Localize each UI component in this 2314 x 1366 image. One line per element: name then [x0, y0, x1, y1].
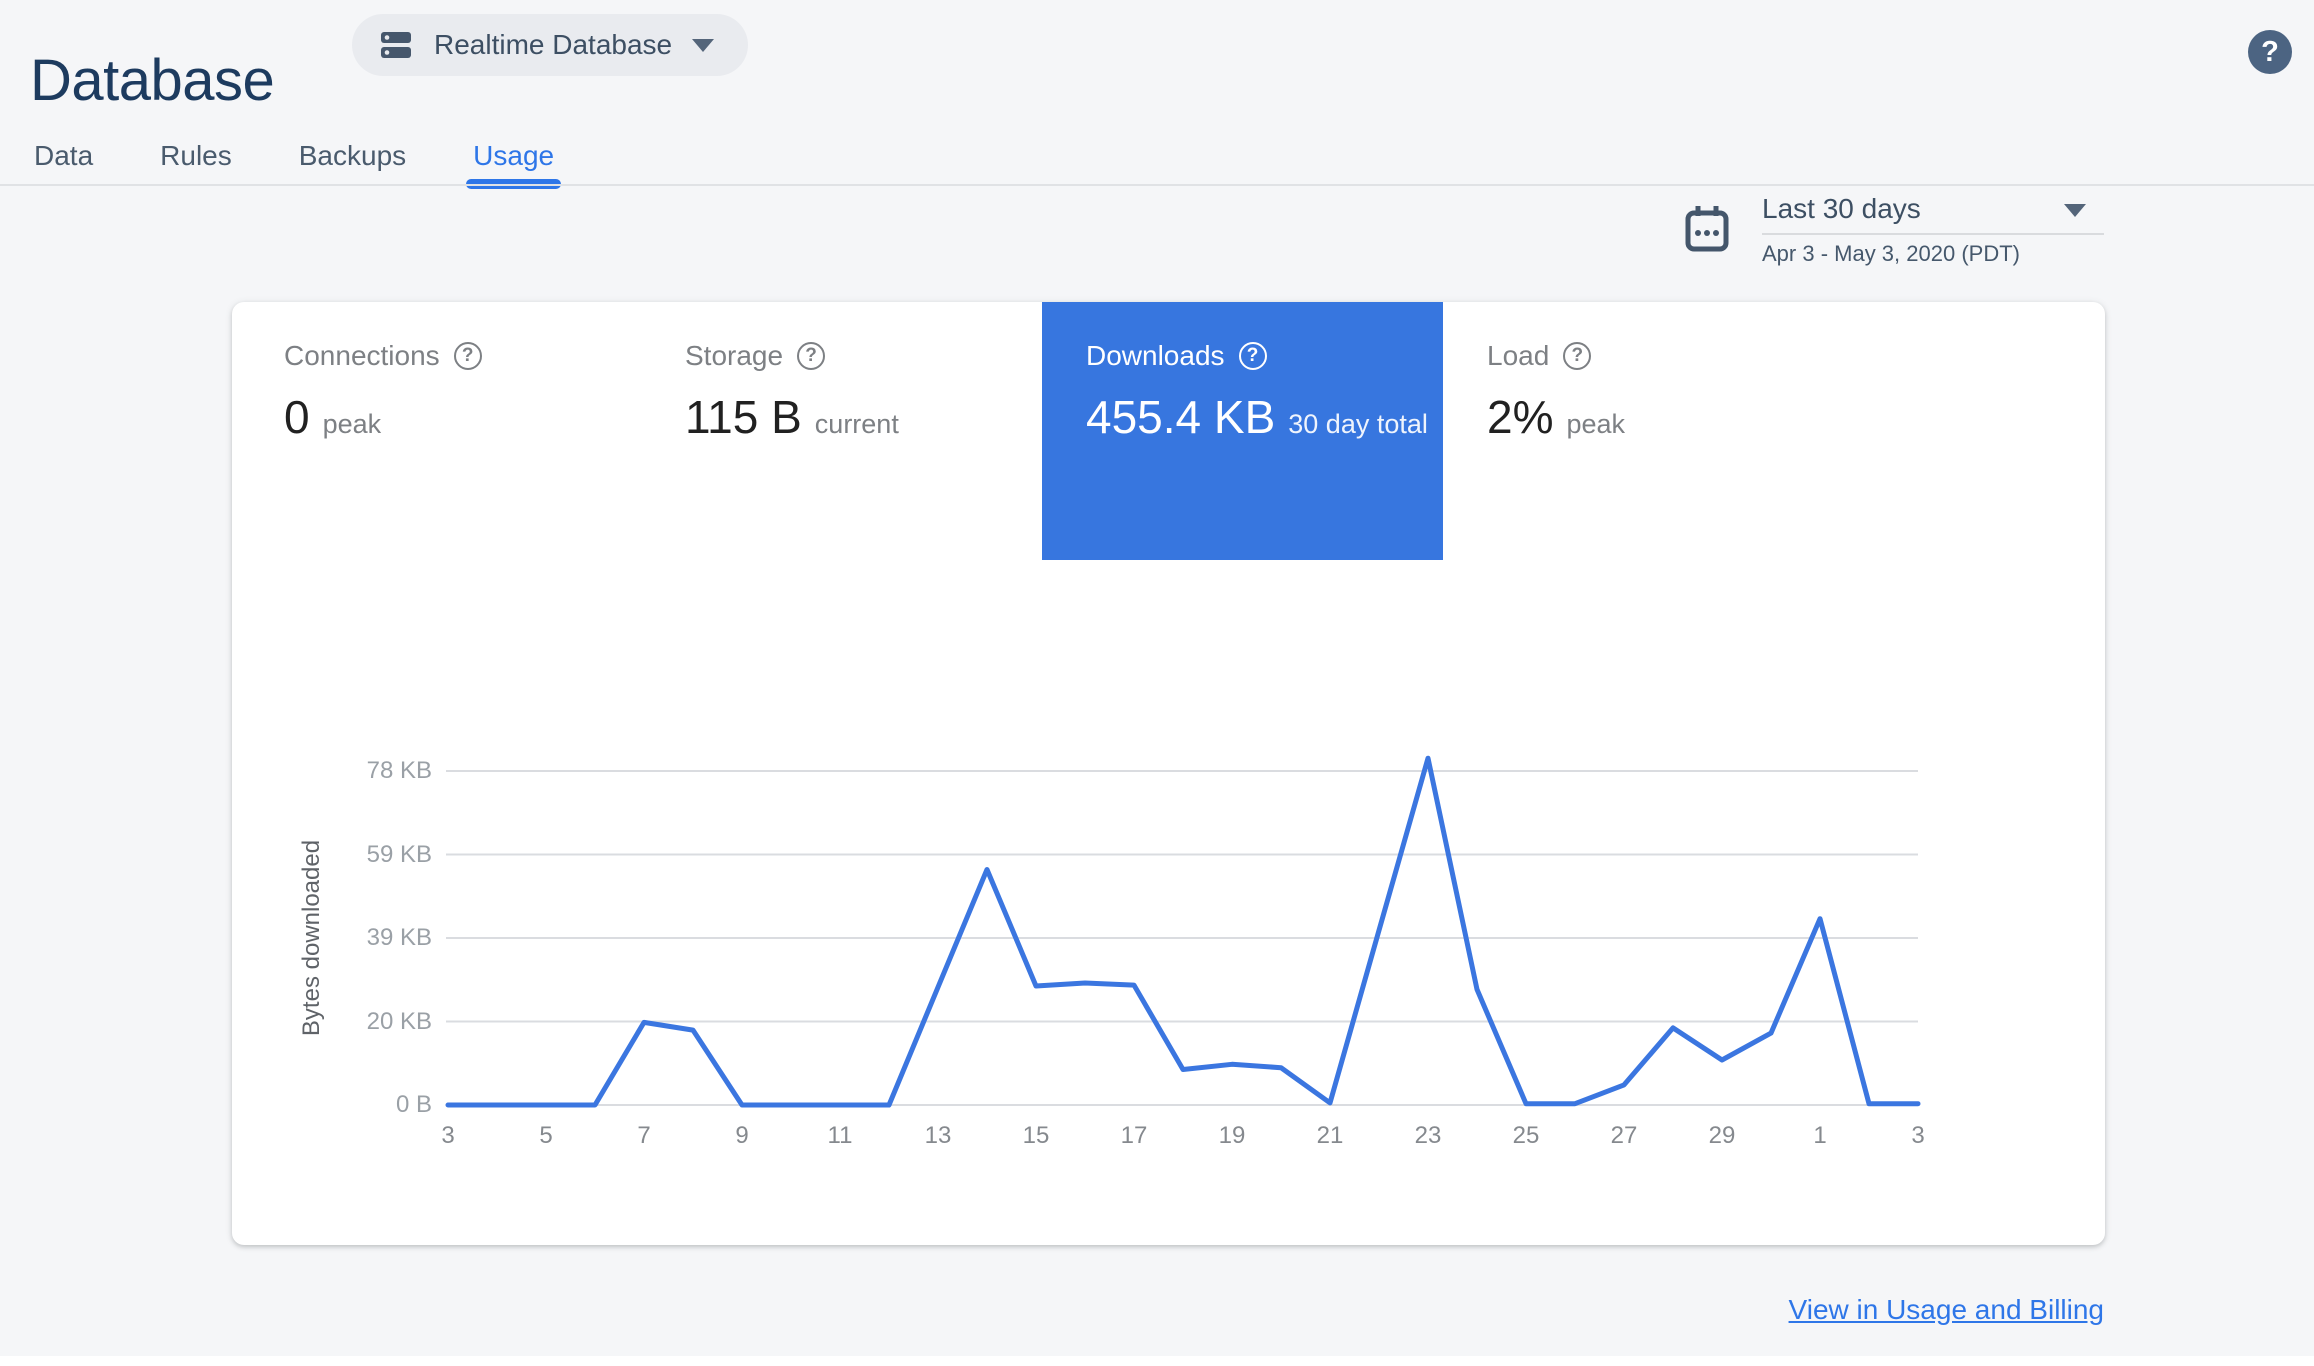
x-tick-label: 9	[735, 1122, 749, 1149]
x-tick-label: 1	[1813, 1122, 1827, 1149]
database-selector-label: Realtime Database	[434, 29, 673, 60]
chart-canvas	[445, 755, 1921, 1108]
tab-backups[interactable]: Backups	[299, 126, 406, 186]
date-range-text: Apr 3 - May 3, 2020 (PDT)	[1762, 241, 2020, 266]
tabbar-divider	[0, 184, 2314, 186]
question-mark-icon: ?	[2261, 35, 2279, 68]
tab-usage[interactable]: Usage	[466, 126, 562, 189]
x-tick-label: 23	[1414, 1122, 1442, 1149]
x-tick-label: 15	[1022, 1122, 1050, 1149]
x-tick-label: 29	[1708, 1122, 1736, 1149]
usage-card: Connections ? 0 peak Storage ? 115 B cur…	[232, 302, 2105, 1245]
y-tick-label: 78 KB	[366, 757, 432, 784]
x-tick-label: 5	[539, 1122, 553, 1149]
x-tick-label: 21	[1316, 1122, 1344, 1149]
x-tick-label: 11	[827, 1122, 853, 1149]
x-tick-label: 7	[637, 1122, 651, 1149]
y-tick-label: 0 B	[395, 1091, 432, 1118]
tab-rules[interactable]: Rules	[160, 126, 232, 186]
view-usage-billing-link[interactable]: View in Usage and Billing	[1789, 1294, 2104, 1326]
downloads-chart: 0 B 20 KB 39 KB 59 KB 78 KB 3 5 7 9 11 13 15 17 19 21…	[232, 302, 2105, 1245]
date-range-divider	[1762, 233, 2104, 235]
x-tick-label: 25	[1512, 1122, 1540, 1149]
page-title: Database	[30, 47, 275, 113]
bottom-strip	[0, 1356, 2314, 1366]
database-icon	[381, 32, 411, 58]
calendar-icon	[1685, 206, 1729, 252]
downloads-line-series	[445, 755, 1921, 1108]
x-tick-label: 3	[1911, 1122, 1925, 1149]
help-button[interactable]: ?	[2248, 30, 2292, 74]
tab-data[interactable]: Data	[34, 126, 93, 186]
date-range-preset[interactable]: Last 30 days	[1762, 193, 1921, 225]
x-tick-label: 3	[441, 1122, 455, 1149]
database-selector[interactable]: Realtime Database	[352, 14, 749, 76]
x-tick-label: 19	[1218, 1122, 1246, 1149]
y-axis-title: Bytes downloaded	[298, 839, 325, 1037]
x-tick-label: 13	[924, 1122, 952, 1149]
date-range-caret-icon[interactable]	[2064, 204, 2086, 217]
chevron-down-icon	[692, 38, 715, 52]
x-tick-label: 17	[1120, 1122, 1148, 1149]
tab-bar: Data Rules Backups Usage	[34, 126, 562, 189]
x-tick-label: 27	[1610, 1122, 1638, 1149]
